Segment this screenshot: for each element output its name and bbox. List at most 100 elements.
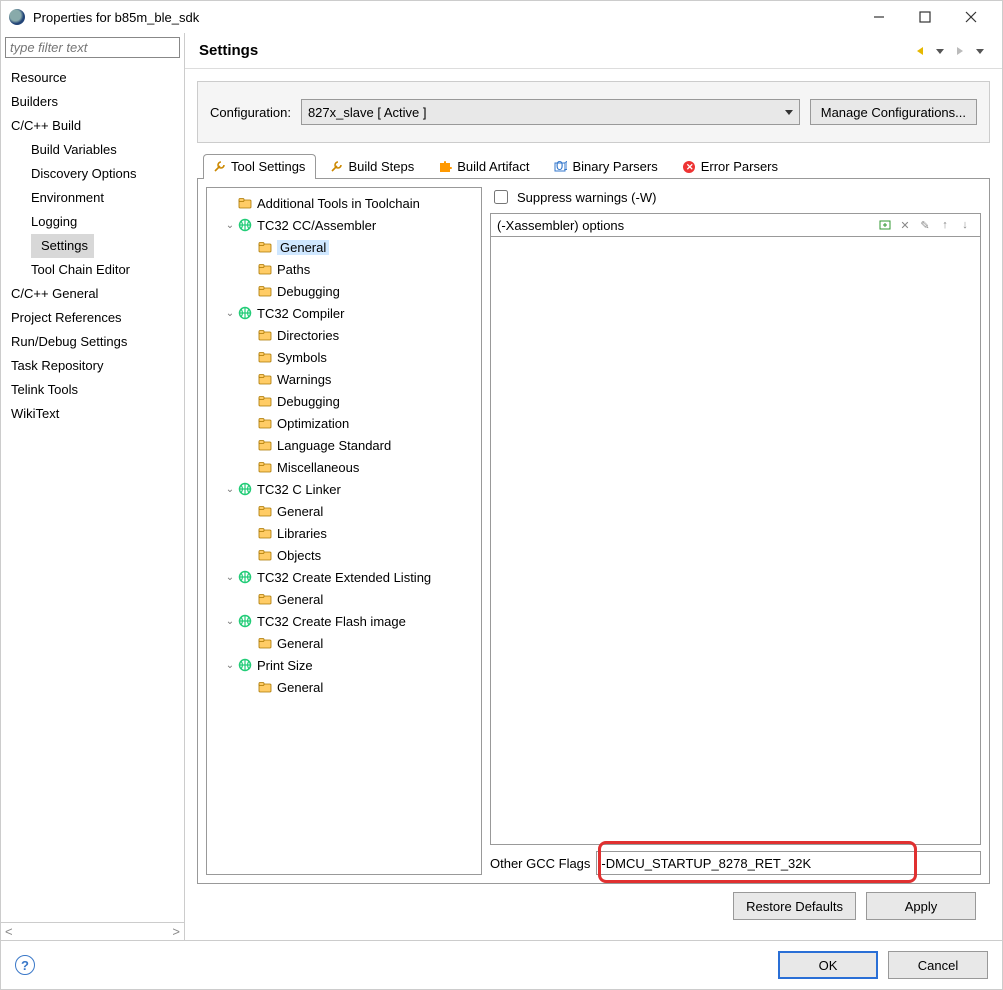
list-delete-icon[interactable]: ✕ — [896, 216, 914, 234]
tool-tree-label: General — [277, 504, 323, 519]
tool-tree-item[interactable]: Additional Tools in Toolchain — [209, 192, 479, 214]
maximize-button[interactable] — [902, 1, 948, 33]
tool-tree-item[interactable]: ⌄TC32 Compiler — [209, 302, 479, 324]
list-moveup-icon[interactable]: ↑ — [936, 216, 954, 234]
eclipse-icon — [9, 9, 25, 25]
tool-tree-item[interactable]: Directories — [209, 324, 479, 346]
nav-item[interactable]: Settings — [31, 234, 94, 258]
other-gcc-flags-input[interactable] — [596, 851, 981, 875]
tool-tree-item[interactable]: General — [209, 632, 479, 654]
tool-tree-item[interactable]: General — [209, 500, 479, 522]
tool-tree-item[interactable]: Warnings — [209, 368, 479, 390]
tool-tree-item[interactable]: Miscellaneous — [209, 456, 479, 478]
scroll-right-icon[interactable]: > — [172, 924, 180, 939]
tab-label: Tool Settings — [231, 159, 305, 174]
nav-item[interactable]: Build Variables — [1, 138, 184, 162]
tool-tree-item[interactable]: ⌄Print Size — [209, 654, 479, 676]
expand-icon[interactable]: ⌄ — [223, 220, 237, 231]
folder-icon — [257, 526, 273, 540]
expand-icon[interactable]: ⌄ — [223, 484, 237, 495]
tool-tree-item[interactable]: ⌄TC32 Create Extended Listing — [209, 566, 479, 588]
tab-binary-parsers[interactable]: 010Binary Parsers — [544, 154, 668, 179]
help-icon[interactable]: ? — [15, 955, 35, 975]
tab-label: Build Steps — [348, 159, 414, 174]
nav-item[interactable]: Task Repository — [1, 354, 184, 378]
list-add-icon[interactable] — [876, 216, 894, 234]
nav-item[interactable]: C/C++ General — [1, 282, 184, 306]
folder-icon — [257, 460, 273, 474]
cancel-button[interactable]: Cancel — [888, 951, 988, 979]
expand-icon[interactable]: ⌄ — [223, 616, 237, 627]
minimize-button[interactable] — [856, 1, 902, 33]
tool-tree[interactable]: Additional Tools in Toolchain⌄TC32 CC/As… — [206, 187, 482, 875]
list-edit-icon[interactable]: ✎ — [916, 216, 934, 234]
nav-back-icon[interactable] — [912, 43, 928, 59]
tab-build-steps[interactable]: Build Steps — [320, 154, 425, 179]
tabs: Tool Settings Build Steps Build Artifact 01… — [197, 153, 990, 179]
expand-icon[interactable]: ⌄ — [223, 308, 237, 319]
xassembler-list[interactable] — [490, 236, 981, 845]
tool-tree-label: General — [277, 680, 323, 695]
nav-item[interactable]: Logging — [1, 210, 184, 234]
manage-configurations-button[interactable]: Manage Configurations... — [810, 99, 977, 125]
tool-tree-item[interactable]: ⌄TC32 CC/Assembler — [209, 214, 479, 236]
nav-item[interactable]: Discovery Options — [1, 162, 184, 186]
xassembler-list-header: (-Xassembler) options ✕ ✎ ↑ ↓ — [490, 213, 981, 236]
filter-input[interactable] — [5, 37, 180, 58]
nav-item[interactable]: Run/Debug Settings — [1, 330, 184, 354]
left-scrollbar[interactable]: < > — [1, 922, 184, 940]
tool-tree-item[interactable]: ⌄TC32 Create Flash image — [209, 610, 479, 632]
forward-menu-icon[interactable] — [972, 43, 988, 59]
svg-text:010: 010 — [556, 160, 567, 173]
tool-tree-item[interactable]: Symbols — [209, 346, 479, 368]
tool-tree-item[interactable]: Debugging — [209, 390, 479, 412]
tool-tree-label: Objects — [277, 548, 321, 563]
tool-tree-label: Paths — [277, 262, 310, 277]
nav-item[interactable]: Project References — [1, 306, 184, 330]
close-button[interactable] — [948, 1, 994, 33]
suppress-warnings-checkbox[interactable] — [494, 190, 508, 204]
apply-button[interactable]: Apply — [866, 892, 976, 920]
expand-icon[interactable]: ⌄ — [223, 660, 237, 671]
tool-tree-label: General — [277, 592, 323, 607]
tool-tree-item[interactable]: Paths — [209, 258, 479, 280]
tool-tree-item[interactable]: Debugging — [209, 280, 479, 302]
tab-error-parsers[interactable]: ✕Error Parsers — [673, 154, 789, 179]
tool-tree-label: Directories — [277, 328, 339, 343]
tab-build-artifact[interactable]: Build Artifact — [429, 154, 540, 179]
scroll-left-icon[interactable]: < — [5, 924, 13, 939]
nav-item[interactable]: Resource — [1, 66, 184, 90]
tool-tree-item[interactable]: Optimization — [209, 412, 479, 434]
chevron-down-icon — [785, 110, 793, 115]
tool-tree-label: Language Standard — [277, 438, 391, 453]
tool-tree-item[interactable]: General — [209, 236, 479, 258]
configuration-select[interactable]: 827x_slave [ Active ] — [301, 99, 800, 125]
nav-item[interactable]: WikiText — [1, 402, 184, 426]
nav-item[interactable]: C/C++ Build — [1, 114, 184, 138]
list-movedown-icon[interactable]: ↓ — [956, 216, 974, 234]
tool-tree-item[interactable]: Libraries — [209, 522, 479, 544]
nav-forward-icon[interactable] — [952, 43, 968, 59]
folder-icon — [257, 372, 273, 386]
back-menu-icon[interactable] — [932, 43, 948, 59]
nav-item[interactable]: Builders — [1, 90, 184, 114]
nav-item[interactable]: Environment — [1, 186, 184, 210]
tool-tree-item[interactable]: General — [209, 588, 479, 610]
tool-tree-item[interactable]: ⌄TC32 C Linker — [209, 478, 479, 500]
configuration-panel: Configuration: 827x_slave [ Active ] Man… — [197, 81, 990, 143]
tab-tool-settings[interactable]: Tool Settings — [203, 154, 316, 179]
globe-icon — [237, 482, 253, 496]
nav-item[interactable]: Telink Tools — [1, 378, 184, 402]
folder-icon — [257, 284, 273, 298]
globe-icon — [237, 218, 253, 232]
ok-button[interactable]: OK — [778, 951, 878, 979]
expand-icon[interactable]: ⌄ — [223, 572, 237, 583]
tool-tree-item[interactable]: Objects — [209, 544, 479, 566]
restore-defaults-button[interactable]: Restore Defaults — [733, 892, 856, 920]
nav-item[interactable]: Tool Chain Editor — [1, 258, 184, 282]
tool-tree-item[interactable]: Language Standard — [209, 434, 479, 456]
tool-tree-item[interactable]: General — [209, 676, 479, 698]
configuration-label: Configuration: — [210, 105, 291, 120]
tab-label: Build Artifact — [457, 159, 529, 174]
globe-icon — [237, 658, 253, 672]
